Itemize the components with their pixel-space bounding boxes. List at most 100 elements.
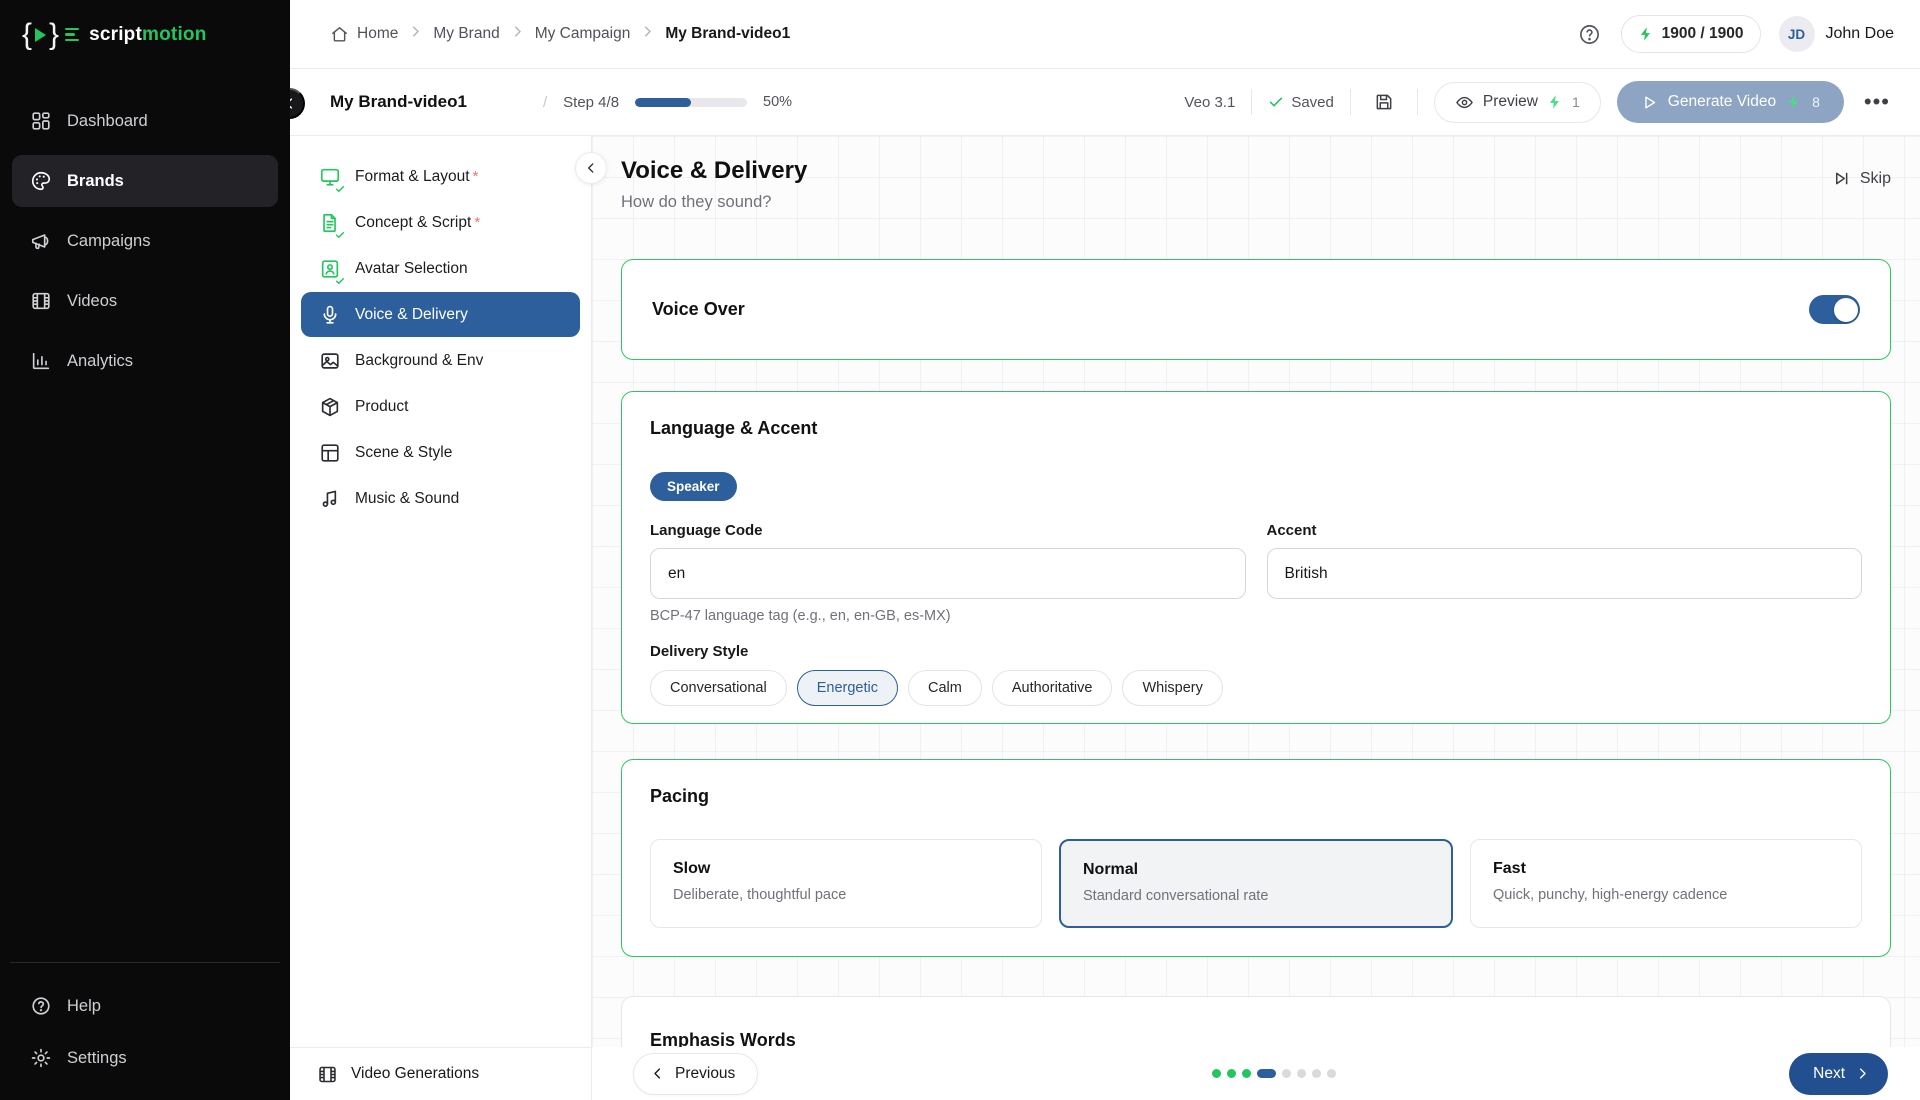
more-options-button[interactable]: ••• [1860,89,1894,115]
play-icon [35,28,46,42]
accent-input[interactable] [1267,548,1863,599]
delivery-style-calm[interactable]: Calm [908,670,982,706]
language-accent-card: Language & Accent Speaker Language Code … [621,391,1891,724]
sidebar-item-settings[interactable]: Settings [12,1032,278,1084]
delivery-style-energetic[interactable]: Energetic [797,670,898,706]
step-format-layout[interactable]: Format & Layout* [301,154,580,199]
progress-dot [1312,1069,1321,1078]
progress-dot [1297,1069,1306,1078]
breadcrumb-home[interactable]: Home [330,25,398,44]
step-indicator: Step 4/8 [563,94,619,111]
voice-over-title: Voice Over [652,299,745,320]
logo-lines-icon [65,28,79,42]
logo-wordmark: scriptmotion [89,24,206,46]
chevron-right-icon [1855,1066,1870,1081]
divider [1350,89,1351,115]
save-icon [1374,92,1394,112]
project-toolbar: My Brand-video1 / Step 4/8 50% Veo 3.1 S… [290,69,1920,136]
emphasis-words-card: Emphasis Words [621,996,1891,1047]
collapse-steps-panel-button[interactable] [575,152,607,184]
video-generations-label: Video Generations [351,1065,479,1083]
previous-button[interactable]: Previous [633,1053,758,1095]
microphone-icon [319,304,341,326]
step-product[interactable]: Product [301,384,580,429]
step-label: Avatar Selection [355,260,468,278]
sidebar-item-dashboard[interactable]: Dashboard [12,95,278,147]
progress-dot [1242,1069,1251,1078]
music-note-icon [319,488,341,510]
video-generations-link[interactable]: Video Generations [290,1047,591,1100]
sidebar-item-campaigns[interactable]: Campaigns [12,215,278,267]
page-title: Voice & Delivery [621,157,807,185]
accent-label: Accent [1267,522,1863,539]
step-label: Product [355,398,408,416]
delivery-style-conversational[interactable]: Conversational [650,670,787,706]
delivery-style-options: Conversational Energetic Calm Authoritat… [650,670,1862,706]
next-button[interactable]: Next [1789,1053,1888,1095]
home-icon [330,25,349,44]
language-accent-title: Language & Accent [650,418,1862,439]
sidebar-item-label: Brands [67,172,124,191]
help-circle-icon [30,995,52,1017]
progress-dot [1327,1069,1336,1078]
sidebar-item-label: Help [67,997,101,1016]
language-code-input[interactable] [650,548,1246,599]
progress-dot [1282,1069,1291,1078]
toolbar-left: My Brand-video1 / Step 4/8 50% [330,92,792,112]
generate-video-button[interactable]: Generate Video 8 [1617,81,1844,123]
required-asterisk: * [474,214,480,231]
step-concept-script[interactable]: Concept & Script* [301,200,580,245]
breadcrumb: Home My Brand My Campaign My Brand-video… [330,24,790,44]
app-logo[interactable]: { } scriptmotion [0,0,290,69]
top-header: Home My Brand My Campaign My Brand-video… [290,0,1920,69]
wizard-steps-list: Format & Layout* Concept & Script* Avata… [290,136,591,521]
speaker-badge: Speaker [650,472,737,501]
delivery-style-authoritative[interactable]: Authoritative [992,670,1113,706]
step-background-env[interactable]: Background & Env [301,338,580,383]
skip-button[interactable]: Skip [1832,169,1891,188]
preview-cost: 1 [1572,94,1580,110]
emphasis-words-title: Emphasis Words [650,1030,1862,1047]
credits-counter[interactable]: 1900 / 1900 [1621,15,1761,53]
model-label: Veo 3.1 [1184,94,1235,111]
sidebar-item-label: Dashboard [67,112,148,131]
step-done-check-icon [335,227,345,237]
sidebar-item-brands[interactable]: Brands [12,155,278,207]
palette-icon [30,170,52,192]
chevron-right-icon [510,24,525,44]
wizard-steps-panel: Format & Layout* Concept & Script* Avata… [290,136,592,1100]
pacing-title: Pacing [650,786,1862,807]
step-avatar-selection[interactable]: Avatar Selection [301,246,580,291]
image-icon [319,350,341,372]
user-menu[interactable]: JD John Doe [1779,16,1895,52]
step-voice-delivery[interactable]: Voice & Delivery [301,292,580,337]
pacing-option-fast[interactable]: Fast Quick, punchy, high-energy cadence [1470,839,1862,928]
preview-button[interactable]: Preview 1 [1434,82,1601,123]
step-done-check-icon [335,273,345,283]
avatar: JD [1779,16,1815,52]
help-button[interactable] [1577,21,1603,47]
step-music-sound[interactable]: Music & Sound [301,476,580,521]
progress-dot [1227,1069,1236,1078]
voice-over-toggle[interactable] [1809,295,1860,324]
package-icon [319,396,341,418]
pacing-option-slow[interactable]: Slow Deliberate, thoughtful pace [650,839,1042,928]
pacing-option-normal[interactable]: Normal Standard conversational rate [1059,839,1453,928]
logo-braces-icon: { } [22,20,79,50]
step-label: Format & Layout* [355,168,478,186]
accent-field: Accent [1267,522,1863,624]
save-button[interactable] [1367,85,1401,119]
sidebar-item-videos[interactable]: Videos [12,275,278,327]
separator: / [543,94,547,111]
lightning-icon [1786,94,1802,110]
sidebar-item-label: Videos [67,292,117,311]
delivery-style-whispery[interactable]: Whispery [1122,670,1222,706]
breadcrumb-my-campaign[interactable]: My Campaign [535,25,631,43]
divider [1417,89,1418,115]
breadcrumb-my-brand[interactable]: My Brand [433,25,499,43]
step-done-check-icon [335,181,345,191]
sidebar-item-help[interactable]: Help [12,980,278,1032]
sidebar-item-analytics[interactable]: Analytics [12,335,278,387]
language-code-field: Language Code BCP-47 language tag (e.g.,… [650,522,1246,624]
step-scene-style[interactable]: Scene & Style [301,430,580,475]
